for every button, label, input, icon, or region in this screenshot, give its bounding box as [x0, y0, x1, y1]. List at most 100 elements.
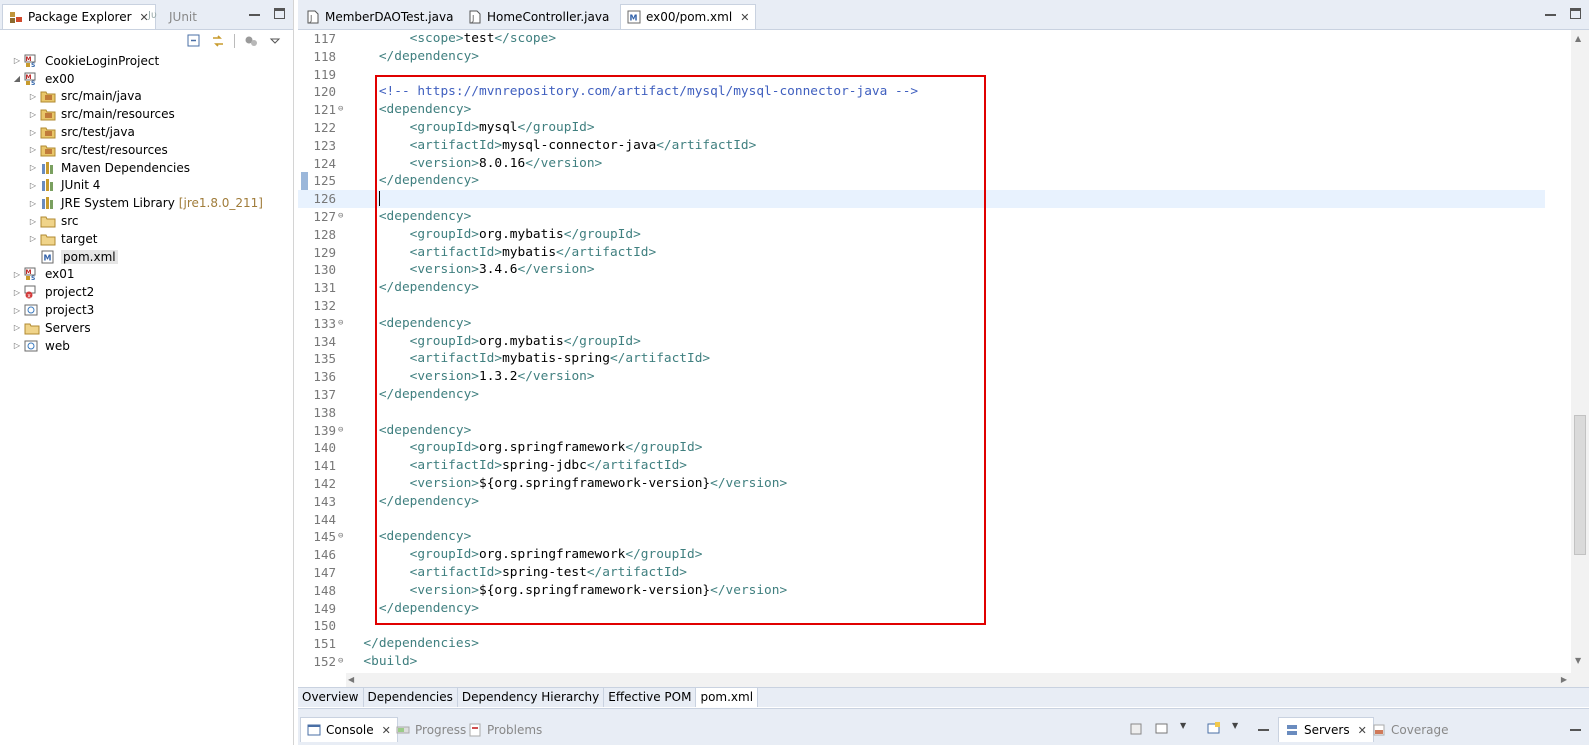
code-line[interactable]: 152 ⊖ <build>	[298, 653, 1545, 671]
fold-toggle-icon[interactable]: ⊖	[338, 528, 343, 546]
tree-item[interactable]: ▷ M S ex01	[0, 266, 294, 284]
expand-arrow-icon[interactable]: ▷	[28, 234, 38, 243]
scroll-thumb[interactable]	[1574, 415, 1586, 555]
scroll-down-arrow-icon[interactable]: ▼	[1575, 656, 1581, 665]
tree-item[interactable]: ▷ web	[0, 337, 294, 355]
page-tab[interactable]: pom.xml	[696, 688, 759, 707]
highlight-box	[375, 75, 986, 625]
fold-toggle-icon[interactable]: ⊖	[338, 653, 343, 671]
expand-arrow-icon[interactable]: ▷	[12, 56, 22, 65]
expand-arrow-icon[interactable]: ▷	[28, 217, 38, 226]
minimize-icon[interactable]	[249, 8, 260, 16]
expand-arrow-icon[interactable]: ▷	[28, 181, 38, 190]
line-number: 121	[313, 102, 336, 118]
scroll-left-arrow-icon[interactable]: ◀	[348, 675, 354, 684]
expand-arrow-icon[interactable]: ▷	[12, 306, 22, 315]
tree-item[interactable]: ▷ JRE System Library [jre1.8.0_211]	[0, 194, 294, 212]
tree-item[interactable]: ▷ project3	[0, 301, 294, 319]
fold-toggle-icon[interactable]: ⊖	[338, 101, 343, 119]
source-folder-icon	[40, 107, 56, 121]
tree-item[interactable]: ◢ M S ex00	[0, 70, 294, 88]
line-number: 132	[313, 297, 336, 313]
horizontal-scrollbar[interactable]: ◀ ▶	[346, 673, 1589, 687]
tree-item[interactable]: ▷ src/test/java	[0, 123, 294, 141]
code-line[interactable]: 117 <scope>test</scope>	[298, 30, 1545, 48]
minimize-icon[interactable]	[1258, 723, 1269, 731]
page-tab[interactable]: Dependencies	[364, 688, 458, 707]
expand-arrow-icon[interactable]: ▷	[28, 128, 38, 137]
tab-label: Servers	[1304, 723, 1350, 737]
page-tab[interactable]: Overview	[298, 688, 364, 707]
maximize-icon[interactable]	[274, 8, 285, 19]
expand-arrow-icon[interactable]: ▷	[28, 92, 38, 101]
page-tab[interactable]: Effective POM	[604, 688, 697, 707]
collapse-all-icon[interactable]	[186, 33, 202, 49]
maximize-icon[interactable]	[1570, 8, 1581, 19]
expand-arrow-icon[interactable]: ▷	[12, 341, 22, 350]
fold-toggle-icon[interactable]: ⊖	[338, 315, 343, 333]
tab-junit[interactable]: Jυ JUnit	[142, 4, 203, 29]
tab-progress[interactable]: Progress	[390, 717, 472, 742]
fold-toggle-icon[interactable]: ⊖	[338, 422, 343, 440]
expand-arrow-icon[interactable]: ▷	[28, 110, 38, 119]
line-number: 126	[313, 191, 336, 207]
tab-pom-xml[interactable]: M ex00/pom.xml ✕	[620, 4, 757, 29]
display-console-icon[interactable]	[1154, 721, 1170, 737]
link-with-editor-icon[interactable]	[210, 33, 226, 49]
pin-console-icon[interactable]	[1128, 721, 1144, 737]
tab-problems[interactable]: Problems	[462, 717, 548, 742]
tab-coverage[interactable]: Coverage	[1366, 717, 1455, 742]
tree-item[interactable]: ▷ src	[0, 212, 294, 230]
tree-item-label: src	[61, 214, 79, 229]
web-project-icon	[24, 339, 40, 353]
tab-servers[interactable]: Servers ✕	[1278, 717, 1374, 742]
page-tab[interactable]: Dependency Hierarchy	[458, 688, 605, 707]
tree-item[interactable]: ▷ JUnit 4	[0, 177, 294, 195]
tree-item[interactable]: ▷ src/test/resources	[0, 141, 294, 159]
minimize-icon[interactable]	[1545, 8, 1556, 16]
expand-arrow-icon[interactable]: ▷	[12, 323, 22, 332]
tree-item-label: src/main/resources	[61, 107, 175, 122]
expand-arrow-icon[interactable]: ▷	[28, 145, 38, 154]
minimize-icon[interactable]	[1570, 723, 1581, 731]
tab-package-explorer[interactable]: Package Explorer ✕	[2, 4, 156, 29]
tree-item[interactable]: ▷ Servers	[0, 319, 294, 337]
expand-arrow-icon[interactable]: ▷	[12, 288, 22, 297]
expand-arrow-icon[interactable]: ▷	[28, 199, 38, 208]
view-menu-icon[interactable]	[267, 33, 283, 49]
tab-memberdaotest[interactable]: J MemberDAOTest.java	[300, 4, 459, 29]
tree-item[interactable]: ▷ src/main/resources	[0, 105, 294, 123]
close-icon[interactable]: ✕	[740, 11, 749, 24]
code-line[interactable]: 118 </dependency>	[298, 48, 1545, 66]
scroll-right-arrow-icon[interactable]: ▶	[1561, 675, 1567, 684]
fold-toggle-icon[interactable]: ⊖	[338, 208, 343, 226]
scroll-up-arrow-icon[interactable]: ▲	[1575, 34, 1581, 43]
collapse-arrow-icon[interactable]: ◢	[12, 74, 22, 83]
line-number: 134	[313, 333, 336, 349]
dropdown-icon[interactable]: ▼	[1180, 721, 1196, 737]
code-line[interactable]: 151 </dependencies>	[298, 635, 1545, 653]
expand-arrow-icon[interactable]: ▷	[12, 270, 22, 279]
line-number: 128	[313, 226, 336, 242]
line-number: 148	[313, 582, 336, 598]
tree-item[interactable]: ▷ src/main/java	[0, 88, 294, 106]
open-console-icon[interactable]	[1206, 721, 1222, 737]
tab-console[interactable]: Console ✕	[300, 717, 398, 742]
console-toolbar: ▼ ▼	[1128, 721, 1290, 737]
dropdown-icon[interactable]: ▼	[1232, 721, 1248, 737]
tab-homecontroller[interactable]: J HomeController.java	[462, 4, 615, 29]
problems-icon	[468, 723, 482, 737]
tree-item[interactable]: ▷ M S CookieLoginProject	[0, 52, 294, 70]
focus-on-active-task-icon[interactable]	[243, 33, 259, 49]
tree-item[interactable]: ▷ x project2	[0, 283, 294, 301]
line-number: 127	[313, 208, 336, 224]
tree-item[interactable]: Mpom.xml	[0, 248, 294, 266]
svg-text:S: S	[31, 275, 35, 281]
vertical-scrollbar[interactable]: ▲ ▼	[1571, 30, 1589, 673]
tab-label: Coverage	[1391, 722, 1449, 737]
tree-item[interactable]: ▷ Maven Dependencies	[0, 159, 294, 177]
tree-item-decoration: [jre1.8.0_211]	[178, 196, 263, 211]
folder-icon	[24, 321, 40, 335]
expand-arrow-icon[interactable]: ▷	[28, 163, 38, 172]
tree-item[interactable]: ▷ target	[0, 230, 294, 248]
